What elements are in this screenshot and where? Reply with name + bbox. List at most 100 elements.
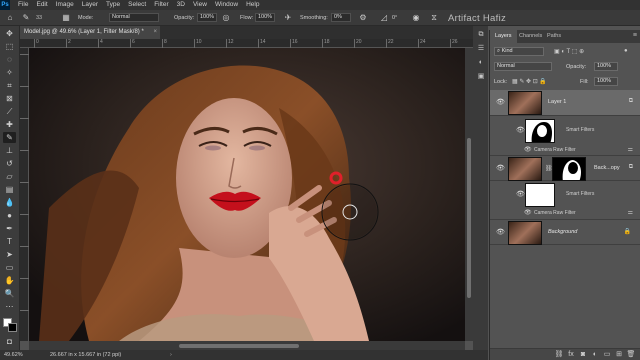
menu-window[interactable]: Window	[211, 0, 242, 10]
horizontal-scroll-thumb[interactable]	[179, 344, 299, 348]
menu-3d[interactable]: 3D	[173, 0, 189, 10]
new-group-icon[interactable]: ▭	[602, 350, 612, 360]
visibility-eye-icon[interactable]: 👁	[496, 99, 505, 107]
panel-menu-icon[interactable]: ≡	[633, 32, 637, 39]
flow-input[interactable]: 100%	[255, 13, 275, 22]
home-icon[interactable]: ⌂	[4, 12, 16, 24]
dodge-tool-icon[interactable]: ●	[3, 210, 16, 221]
quick-mask-icon[interactable]: ◘	[3, 336, 16, 347]
visibility-eye-icon[interactable]: 👁	[496, 229, 505, 237]
hand-tool-icon[interactable]: ✋	[3, 275, 16, 286]
symmetry-icon[interactable]: ⧖	[428, 12, 440, 24]
menu-layer[interactable]: Layer	[78, 0, 102, 10]
quick-select-tool-icon[interactable]: ✧	[3, 67, 16, 78]
clone-stamp-tool-icon[interactable]: ⊥	[3, 145, 16, 156]
smart-filters-row[interactable]: 👁 Smart Filters	[490, 117, 640, 145]
adjustments-panel-icon[interactable]: ◐	[476, 58, 486, 68]
menu-filter[interactable]: Filter	[150, 0, 172, 10]
move-tool-icon[interactable]: ✥	[3, 28, 16, 39]
frame-tool-icon[interactable]: ⊠	[3, 93, 16, 104]
tab-paths[interactable]: Paths	[542, 30, 566, 43]
layer-name[interactable]: Layer 1	[548, 99, 566, 105]
lock-icon[interactable]: 🔒	[624, 228, 631, 235]
brush-tool-icon[interactable]: ✎	[3, 132, 16, 143]
zoom-level[interactable]: 49.62%	[4, 350, 23, 360]
lock-icons[interactable]: ▦ ✎ ✥ ⊡ 🔒	[512, 78, 547, 85]
brush-tool-preset-icon[interactable]: ✎	[20, 12, 32, 24]
smart-filters-row[interactable]: 👁 Smart Filters	[490, 182, 640, 208]
menu-file[interactable]: File	[14, 0, 32, 10]
layer-name[interactable]: Background	[548, 229, 577, 235]
more-tools-icon[interactable]: ⋯	[3, 301, 16, 312]
libraries-panel-icon[interactable]: ▣	[476, 72, 486, 82]
filter-options-icon[interactable]: ⚌	[628, 209, 633, 216]
healing-brush-tool-icon[interactable]: ✚	[3, 119, 16, 130]
rectangle-tool-icon[interactable]: ▭	[3, 262, 16, 273]
background-color-swatch[interactable]	[8, 323, 17, 332]
filter-mask-thumbnail[interactable]	[525, 119, 555, 143]
filter-icons[interactable]: ▣ ◐ T ⬚ ⊕	[554, 48, 584, 55]
layer-row-background[interactable]: 👁 Background 🔒	[490, 219, 640, 245]
horizontal-scrollbar[interactable]	[29, 341, 465, 350]
path-selection-tool-icon[interactable]: ➤	[3, 249, 16, 260]
filter-toggle-icon[interactable]: ●	[624, 48, 628, 54]
filter-kind-dropdown[interactable]: ⌕ Kind	[494, 47, 544, 56]
delete-layer-icon[interactable]: 🗑	[626, 350, 636, 360]
camera-raw-filter-row[interactable]: 👁 Camera Raw Filter ⚌	[490, 208, 640, 218]
menu-edit[interactable]: Edit	[32, 0, 51, 10]
layer-opacity-input[interactable]: 100%	[594, 62, 618, 71]
menu-select[interactable]: Select	[124, 0, 150, 10]
history-brush-tool-icon[interactable]: ↺	[3, 158, 16, 169]
marquee-tool-icon[interactable]: ⬚	[3, 41, 16, 52]
menu-type[interactable]: Type	[102, 0, 124, 10]
status-arrow-icon[interactable]: ›	[170, 350, 172, 360]
brush-settings-icon[interactable]: ▦	[60, 12, 72, 24]
layer-name[interactable]: Back...opy	[594, 165, 620, 171]
adjustment-layer-icon[interactable]: ◐	[590, 350, 600, 360]
smart-filter-eye-icon[interactable]: 👁	[516, 127, 525, 135]
opacity-input[interactable]: 100%	[197, 13, 217, 22]
camera-raw-filter-row[interactable]: 👁 Camera Raw Filter ⚌	[490, 145, 640, 155]
zoom-tool-icon[interactable]: 🔍	[3, 288, 16, 299]
airbrush-icon[interactable]: ✈	[282, 12, 294, 24]
blend-mode-dropdown[interactable]: Normal	[494, 62, 552, 71]
document-tab[interactable]: Model.jpg @ 49.6% (Layer 1, Filter Mask/…	[20, 26, 160, 39]
eraser-tool-icon[interactable]: ▱	[3, 171, 16, 182]
filter-eye-icon[interactable]: 👁	[524, 146, 532, 154]
lasso-tool-icon[interactable]: ◌	[3, 54, 16, 65]
tab-layers[interactable]: Layers	[490, 30, 517, 43]
layer-row-layer-1[interactable]: 👁 Layer 1 ⧉	[490, 90, 640, 116]
smoothing-input[interactable]: 0%	[331, 13, 351, 22]
pressure-opacity-icon[interactable]: ◎	[220, 12, 232, 24]
mode-dropdown[interactable]: Normal	[109, 13, 159, 22]
brush-size-value[interactable]: 33	[36, 14, 42, 22]
close-tab-icon[interactable]: ×	[153, 26, 157, 39]
crop-tool-icon[interactable]: ⌗	[3, 80, 16, 91]
document-canvas[interactable]	[29, 48, 465, 341]
vertical-scrollbar[interactable]	[465, 48, 473, 341]
layer-mask-thumbnail[interactable]	[552, 157, 586, 181]
add-mask-icon[interactable]: ◙	[578, 350, 588, 360]
blur-tool-icon[interactable]: 💧	[3, 197, 16, 208]
gradient-tool-icon[interactable]: ▤	[3, 184, 16, 195]
fill-input[interactable]: 100%	[594, 77, 618, 86]
layer-style-icon[interactable]: fx	[566, 350, 576, 360]
layer-row-background-copy[interactable]: 👁 ⛓ Back...opy ⧉	[490, 155, 640, 181]
eyedropper-tool-icon[interactable]: ⟋	[3, 106, 16, 117]
link-layers-icon[interactable]: ⛓	[554, 350, 564, 360]
type-tool-icon[interactable]: T	[3, 236, 16, 247]
smoothing-options-icon[interactable]: ⚙	[357, 12, 369, 24]
angle-icon[interactable]: ◿	[378, 12, 390, 24]
filter-eye-icon[interactable]: 👁	[524, 209, 532, 217]
history-panel-icon[interactable]: ⧉	[476, 30, 486, 40]
vertical-scroll-thumb[interactable]	[467, 138, 471, 298]
angle-value[interactable]: 0°	[392, 14, 397, 22]
smart-filter-eye-icon[interactable]: 👁	[516, 191, 525, 199]
visibility-eye-icon[interactable]: 👁	[496, 165, 505, 173]
pen-tool-icon[interactable]: ✒	[3, 223, 16, 234]
new-layer-icon[interactable]: ⊞	[614, 350, 624, 360]
menu-help[interactable]: Help	[242, 0, 263, 10]
properties-panel-icon[interactable]: ☰	[476, 44, 486, 54]
filter-mask-thumbnail[interactable]	[525, 183, 555, 207]
filter-options-icon[interactable]: ⚌	[628, 146, 633, 153]
